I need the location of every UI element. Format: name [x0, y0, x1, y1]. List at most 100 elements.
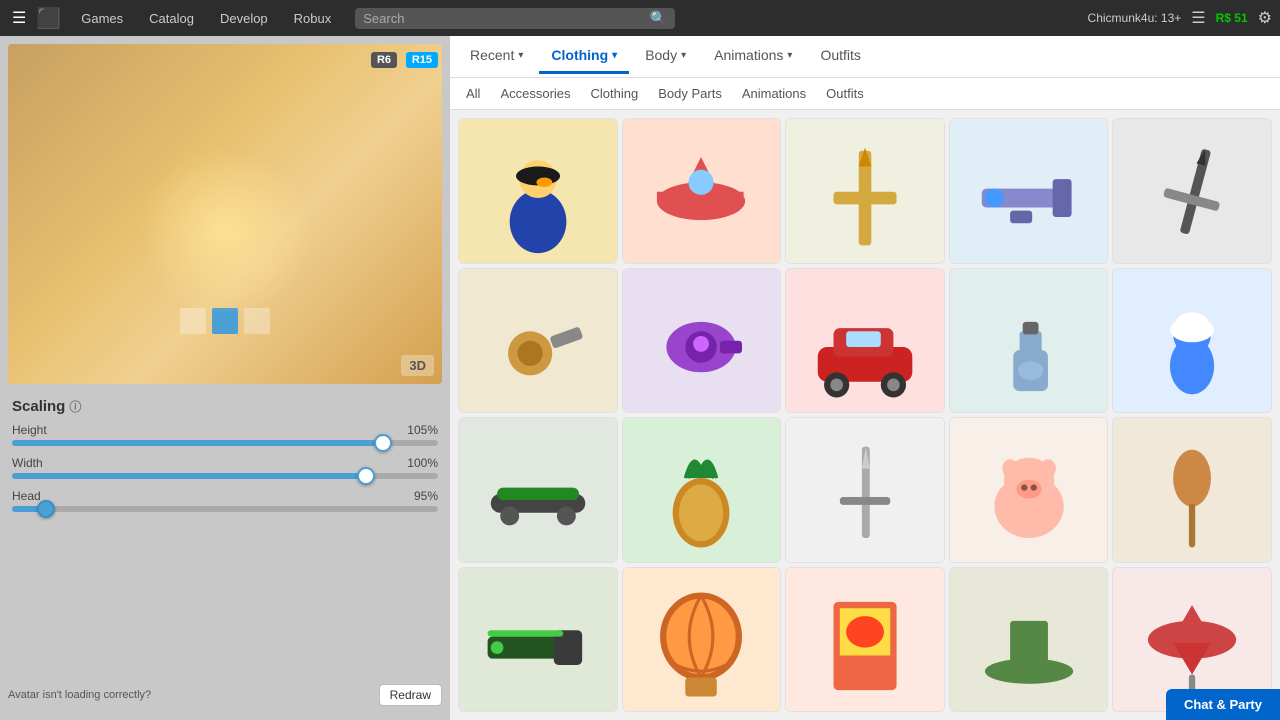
- search-box: 🔍: [355, 8, 675, 29]
- username-label: Chicmunk4u: 13+: [1088, 11, 1182, 25]
- notifications-icon[interactable]: ☰: [1191, 8, 1205, 28]
- height-label: Height: [12, 423, 47, 437]
- badge-r6[interactable]: R6: [371, 52, 397, 68]
- subcat-all[interactable]: All: [462, 84, 484, 103]
- item-card[interactable]: Slime Potion: [622, 417, 782, 563]
- item-card[interactable]: Birth of the Dra...: [785, 118, 945, 264]
- item-card[interactable]: Pua: [949, 417, 1109, 563]
- nav-catalog[interactable]: Catalog: [139, 7, 204, 30]
- item-card[interactable]: Lance's Energy ...: [949, 118, 1109, 264]
- tab-animations[interactable]: Animations ▾: [702, 39, 804, 74]
- body-chevron: ▾: [681, 50, 686, 61]
- btn-3d[interactable]: 3D: [401, 355, 434, 376]
- right-panel: Recent ▾ Clothing ▾ Body ▾ Animations ▾ …: [450, 36, 1280, 720]
- item-card[interactable]: Ship in a Bottle: [949, 268, 1109, 414]
- nav-games[interactable]: Games: [71, 7, 133, 30]
- item-card[interactable]: Fruity Pebbles ...: [785, 567, 945, 713]
- item-thumbnail: [623, 568, 781, 713]
- height-fill: [12, 440, 383, 446]
- item-card[interactable]: Sword of Kubo'...: [785, 417, 945, 563]
- item-thumbnail: [459, 119, 617, 264]
- item-thumbnail: [623, 269, 781, 414]
- item-card[interactable]: Brainy Smurf: [1112, 268, 1272, 414]
- item-thumbnail: [786, 418, 944, 563]
- badge-r15[interactable]: R15: [406, 52, 438, 68]
- item-card[interactable]: Scrooge McDuck: [458, 118, 618, 264]
- width-label: Width: [12, 456, 43, 470]
- nav-develop[interactable]: Develop: [210, 7, 278, 30]
- item-thumbnail: [786, 269, 944, 414]
- head-pct: 95%: [414, 489, 438, 503]
- loading-text: Avatar isn't loading correctly?: [8, 689, 151, 701]
- item-card[interactable]: Lightning McQu...: [785, 268, 945, 414]
- robux-label: R$ 51: [1216, 11, 1248, 25]
- item-thumbnail: [459, 418, 617, 563]
- roblox-logo: ⬛: [36, 6, 61, 31]
- avatar-slot-1[interactable]: [180, 308, 206, 334]
- width-thumb[interactable]: [357, 467, 375, 485]
- subcat-accessories[interactable]: Accessories: [496, 84, 574, 103]
- subcat-body-parts[interactable]: Body Parts: [654, 84, 726, 103]
- animations-chevron: ▾: [787, 50, 792, 61]
- height-thumb[interactable]: [374, 434, 392, 452]
- height-pct: 105%: [407, 423, 438, 437]
- width-track[interactable]: [12, 473, 438, 479]
- left-panel: R6 R15 3D Scaling ⓘ Height 105%: [0, 36, 450, 720]
- item-thumbnail: [623, 119, 781, 264]
- subcat-clothing[interactable]: Clothing: [587, 84, 643, 103]
- item-thumbnail: [786, 568, 944, 713]
- clothing-chevron: ▾: [612, 50, 617, 61]
- item-thumbnail: [950, 269, 1108, 414]
- item-card[interactable]: Scrooge McDuc...: [622, 118, 782, 264]
- subcat-animations[interactable]: Animations: [738, 84, 810, 103]
- item-card[interactable]: Hat...: [949, 567, 1109, 713]
- bottom-bar: Avatar isn't loading correctly? Redraw: [8, 678, 442, 712]
- item-card[interactable]: AR500 ...: [458, 567, 618, 713]
- avatar-slot-3[interactable]: [244, 308, 270, 334]
- tab-body[interactable]: Body ▾: [633, 39, 698, 74]
- chat-party-button[interactable]: Chat & Party: [1166, 689, 1280, 720]
- item-card[interactable]: Slime Skatebo...: [458, 417, 618, 563]
- scaling-section: Scaling ⓘ Height 105% Width 100%: [8, 394, 442, 526]
- scaling-title: Scaling ⓘ: [12, 398, 438, 415]
- head-label: Head: [12, 489, 41, 503]
- item-thumbnail: [1113, 119, 1271, 264]
- avatar-viewport: R6 R15 3D: [8, 44, 442, 384]
- hamburger-icon[interactable]: ☰: [8, 4, 30, 32]
- avatar-squares: [180, 308, 270, 334]
- item-thumbnail: [950, 418, 1108, 563]
- item-card[interactable]: Professor Poop...: [622, 268, 782, 414]
- item-card[interactable]: Moana's Paddle: [1112, 417, 1272, 563]
- nav-right: Chicmunk4u: 13+ ☰ R$ 51 ⚙: [1088, 8, 1272, 28]
- main-layout: R6 R15 3D Scaling ⓘ Height 105%: [0, 36, 1280, 720]
- head-thumb[interactable]: [37, 500, 55, 518]
- item-card[interactable]: Hunk's Energy C...: [458, 268, 618, 414]
- height-track[interactable]: [12, 440, 438, 446]
- avatar-slot-2[interactable]: [212, 308, 238, 334]
- item-thumbnail: [623, 418, 781, 563]
- scaling-info-icon[interactable]: ⓘ: [69, 398, 81, 415]
- item-card[interactable]: Balloon...: [622, 567, 782, 713]
- tab-outfits[interactable]: Outfits: [808, 39, 872, 74]
- tab-clothing[interactable]: Clothing ▾: [539, 39, 629, 74]
- topnav: ☰ ⬛ Games Catalog Develop Robux 🔍 Chicmu…: [0, 0, 1280, 36]
- head-track[interactable]: [12, 506, 438, 512]
- subcat-outfits[interactable]: Outfits: [822, 84, 868, 103]
- category-tabs: Recent ▾ Clothing ▾ Body ▾ Animations ▾ …: [450, 36, 1280, 78]
- tab-recent[interactable]: Recent ▾: [458, 39, 535, 74]
- head-row: Head 95%: [12, 489, 438, 512]
- nav-robux[interactable]: Robux: [284, 7, 342, 30]
- settings-icon[interactable]: ⚙: [1258, 8, 1272, 28]
- subcat-bar: All Accessories Clothing Body Parts Anim…: [450, 78, 1280, 110]
- width-pct: 100%: [407, 456, 438, 470]
- search-input[interactable]: [363, 11, 650, 26]
- item-thumbnail: [1113, 418, 1271, 563]
- height-row: Height 105%: [12, 423, 438, 446]
- item-thumbnail: [459, 568, 617, 713]
- width-row: Width 100%: [12, 456, 438, 479]
- search-icon: 🔍: [650, 10, 667, 27]
- redraw-button[interactable]: Redraw: [379, 684, 442, 706]
- item-card[interactable]: Blade of Marmo...: [1112, 118, 1272, 264]
- width-fill: [12, 473, 366, 479]
- item-thumbnail: [1113, 269, 1271, 414]
